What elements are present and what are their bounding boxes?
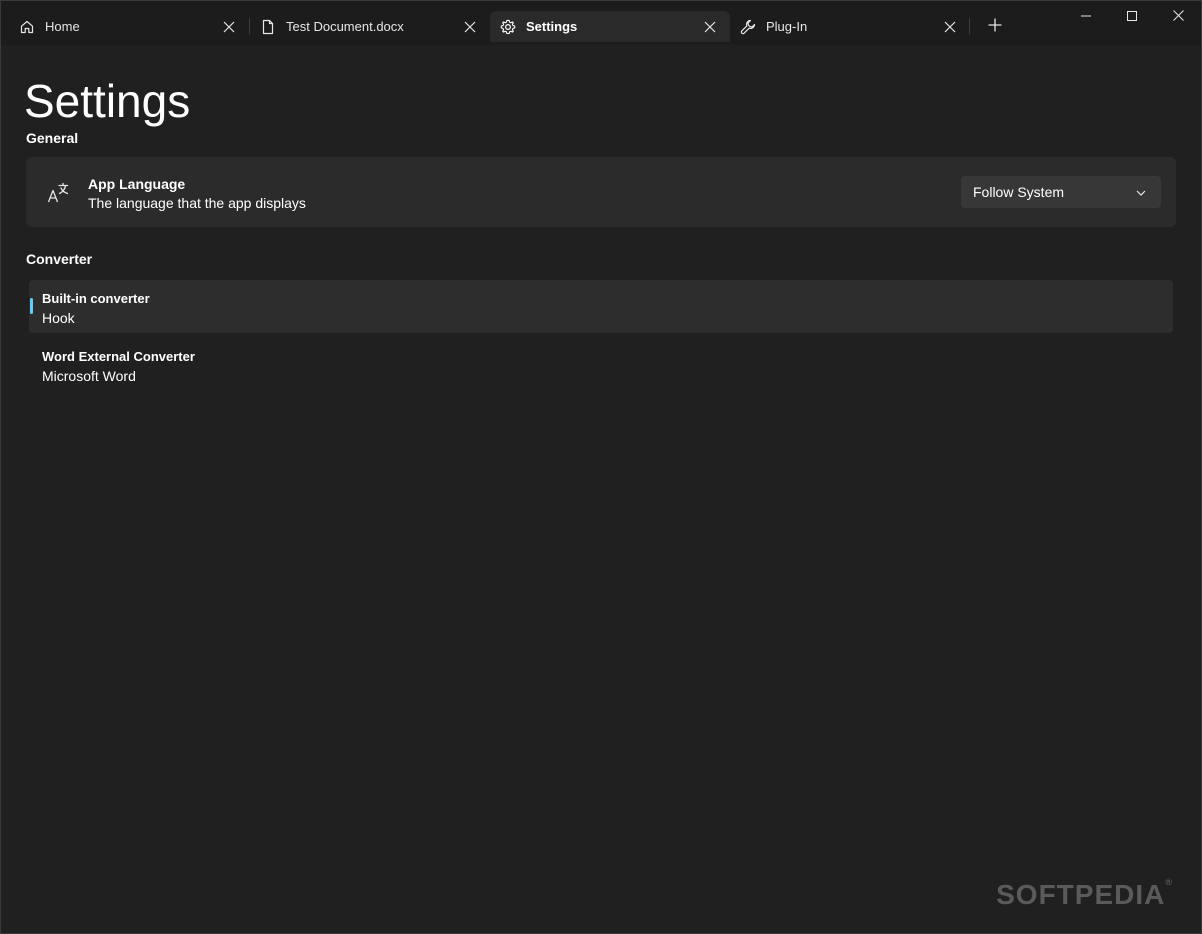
minimize-button[interactable]	[1063, 1, 1109, 33]
tab-settings[interactable]: Settings	[490, 11, 730, 42]
close-icon[interactable]	[702, 19, 718, 35]
tab-test-document[interactable]: Test Document.docx	[250, 11, 490, 42]
watermark-mark: ®	[1165, 877, 1173, 887]
new-tab-button[interactable]	[981, 13, 1009, 41]
maximize-button[interactable]	[1109, 1, 1155, 33]
app-language-dropdown[interactable]: Follow System	[961, 176, 1161, 208]
language-icon	[46, 181, 70, 205]
tab-label: Home	[45, 19, 80, 34]
converter-item-value: Microsoft Word	[42, 368, 136, 384]
close-icon[interactable]	[942, 19, 958, 35]
converter-item-word-external[interactable]: Word External Converter Microsoft Word	[29, 338, 1173, 391]
page-title: Settings	[24, 75, 191, 127]
section-header-converter: Converter	[26, 251, 93, 267]
minimize-icon	[1081, 8, 1091, 26]
selection-indicator	[30, 298, 33, 314]
chevron-down-icon	[1135, 186, 1147, 198]
tab-bar: Home Test Document.docx Settings Plug-In	[1, 1, 1201, 45]
maximize-icon	[1127, 8, 1137, 26]
converter-item-value: Hook	[42, 310, 75, 326]
gear-icon	[500, 19, 516, 35]
converter-item-title: Word External Converter	[42, 349, 195, 364]
converter-item-title: Built-in converter	[42, 291, 150, 306]
window-close-button[interactable]	[1155, 1, 1201, 33]
app-window: Home Test Document.docx Settings Plug-In…	[0, 0, 1202, 934]
app-language-title: App Language	[88, 176, 186, 192]
converter-item-built-in[interactable]: Built-in converter Hook	[29, 280, 1173, 333]
tab-plug-in[interactable]: Plug-In	[730, 11, 970, 42]
tab-divider	[969, 18, 970, 34]
tab-label: Settings	[526, 19, 578, 34]
tab-label: Test Document.docx	[286, 19, 404, 34]
close-icon[interactable]	[462, 19, 478, 35]
document-icon	[260, 19, 276, 35]
section-header-general: General	[26, 130, 79, 146]
softpedia-watermark: SOFTPEDIA®	[996, 877, 1173, 911]
app-language-card: App Language The language that the app d…	[26, 157, 1176, 227]
app-language-description: The language that the app displays	[88, 195, 306, 211]
close-icon[interactable]	[221, 19, 237, 35]
wrench-icon	[740, 19, 756, 35]
tab-home[interactable]: Home	[9, 11, 249, 42]
close-icon	[1172, 8, 1184, 26]
dropdown-selected-value: Follow System	[973, 184, 1065, 200]
watermark-text: SOFTPEDIA	[996, 879, 1166, 910]
home-icon	[19, 19, 35, 35]
tab-label: Plug-In	[766, 19, 808, 34]
plus-icon	[988, 18, 1002, 37]
